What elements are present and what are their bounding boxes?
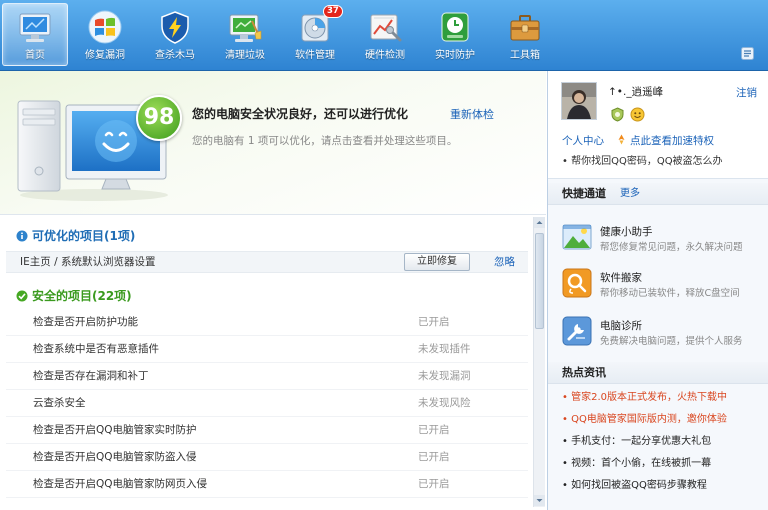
- status-detail: 您的电脑有 1 项可以优化，请点击查看并处理这些项目。: [192, 135, 458, 147]
- vip-badge-icon[interactable]: [610, 107, 625, 122]
- toolbar-item-software-manager[interactable]: 37 软件管理: [282, 3, 348, 66]
- toolbar-item-fix-vulnerability[interactable]: 修复漏洞: [72, 3, 138, 66]
- news-item[interactable]: • 视频：首个小偷，在线被抓一幕: [562, 456, 762, 472]
- check-item-label: 云查杀安全: [33, 397, 86, 409]
- toolbar-item-clean-junk[interactable]: 清理垃圾: [212, 3, 278, 66]
- account-card: ↑•._逍遥峰 注销 个人中心 点此查看加速特权 • 帮你找回QQ密码，QQ被盗…: [548, 71, 768, 179]
- toolbar-item-realtime-protection[interactable]: 实时防护: [422, 3, 488, 66]
- update-count-badge: 37: [323, 5, 343, 18]
- toolbar-item-label: 首页: [25, 50, 45, 61]
- news-item[interactable]: • 如何找回被盗QQ密码步骤教程: [562, 478, 762, 494]
- settings-menu-icon[interactable]: [741, 47, 754, 60]
- results-scrollbar[interactable]: [533, 217, 545, 507]
- check-item-label: 检查是否开启防护功能: [33, 316, 138, 328]
- optimize-info-icon: [16, 230, 28, 242]
- account-tip-link[interactable]: • 帮你找回QQ密码，QQ被盗怎么办: [562, 152, 723, 167]
- monitor-home-icon: [17, 9, 53, 45]
- side-panel: ↑•._逍遥峰 注销 个人中心 点此查看加速特权 • 帮你找回QQ密码，QQ被盗…: [547, 71, 768, 510]
- check-item-label: 检查系统中是否有恶意插件: [33, 343, 159, 355]
- windows-logo-icon: [87, 9, 123, 45]
- hot-news-title: 热点资讯: [562, 366, 606, 379]
- avatar[interactable]: [561, 82, 597, 120]
- software-move-icon: [562, 268, 592, 298]
- clinic-wrench-icon: [562, 316, 592, 346]
- check-item-status: 未发现漏洞: [418, 370, 471, 382]
- fix-button[interactable]: 立即修复: [404, 253, 470, 271]
- checkup-panel: 98 您的电脑安全状况良好，还可以进行优化 重新体检 您的电脑有 1 项可以优化…: [0, 71, 546, 510]
- safe-check-icon: [16, 290, 28, 302]
- rocket-icon: [616, 134, 627, 145]
- boost-privilege-link[interactable]: 点此查看加速特权: [630, 133, 714, 148]
- check-item-label: 检查是否开启QQ电脑管家防网页入侵: [33, 478, 208, 490]
- status-banner: 98 您的电脑安全状况良好，还可以进行优化 重新体检 您的电脑有 1 项可以优化…: [0, 71, 546, 215]
- quick-item-desc: 帮您修复常见问题，永久解决问题: [600, 242, 743, 253]
- hot-news-header: 热点资讯: [548, 362, 768, 384]
- toolbar-item-label: 工具箱: [510, 50, 540, 61]
- toolbar-item-label: 软件管理: [295, 50, 335, 61]
- toolbar-item-label: 查杀木马: [155, 50, 195, 61]
- ignore-link[interactable]: 忽略: [494, 252, 515, 272]
- check-item-label: 检查是否开启QQ电脑管家防盗入侵: [33, 451, 197, 463]
- monitor-broom-icon: [227, 9, 263, 45]
- news-item[interactable]: • 管家2.0版本正式发布，火热下载中: [562, 390, 762, 406]
- quick-item-software-move[interactable]: 软件搬家 帮你移动已装软件，释放C盘空间: [548, 268, 768, 308]
- check-item-status: 已开启: [418, 316, 450, 328]
- shield-clock-icon: [437, 9, 473, 45]
- quick-item-title: 电脑诊所: [600, 320, 642, 332]
- table-row: 检查系统中是否有恶意插件 未发现插件: [6, 336, 528, 363]
- table-row: 检查是否开启QQ电脑管家防盗入侵 已开启: [6, 444, 528, 471]
- quick-access-title: 快捷通道: [562, 187, 606, 200]
- main-toolbar: 首页 修复漏洞 查杀木马 清理垃圾 37 软件管理 硬件检测 实时防护 工具箱: [0, 0, 768, 71]
- news-item[interactable]: • QQ电脑管家国际版内测，邀你体验: [562, 412, 762, 428]
- status-headline: 您的电脑安全状况良好，还可以进行优化: [192, 107, 409, 121]
- personal-center-link[interactable]: 个人中心: [562, 133, 604, 148]
- check-item-label: 检查是否开启QQ电脑管家实时防护: [33, 424, 197, 436]
- check-item-label: 检查是否存在漏洞和补丁: [33, 370, 149, 382]
- table-row: 云查杀安全 未发现风险: [6, 390, 528, 417]
- check-item-status: 未发现风险: [418, 397, 471, 409]
- optimizable-section-title: 可优化的项目(1项): [32, 229, 136, 243]
- optimizable-item-row: IE主页 / 系统默认浏览器设置 立即修复 忽略: [6, 251, 528, 273]
- table-row: 检查是否开启防护功能 已开启: [6, 309, 528, 336]
- toolbar-item-label: 硬件检测: [365, 50, 405, 61]
- toolbar-item-hardware-check[interactable]: 硬件检测: [352, 3, 418, 66]
- optimizable-item-label: IE主页 / 系统默认浏览器设置: [20, 256, 156, 268]
- safe-section-title: 安全的项目(22项): [32, 289, 132, 303]
- landscape-icon: [562, 222, 592, 252]
- check-item-status: 已开启: [418, 451, 450, 463]
- check-item-status: 已开启: [418, 424, 450, 436]
- quick-access-more-link[interactable]: 更多: [620, 183, 640, 205]
- table-row: 检查是否开启QQ电脑管家实时防护 已开启: [6, 417, 528, 444]
- toolbar-item-trojan-scan[interactable]: 查杀木马: [142, 3, 208, 66]
- recheck-link[interactable]: 重新体检: [450, 106, 494, 122]
- scroll-down-icon[interactable]: [534, 495, 545, 506]
- toolbar-item-home[interactable]: 首页: [2, 3, 68, 66]
- user-name: ↑•._逍遥峰: [608, 86, 664, 98]
- toolbar-item-label: 修复漏洞: [85, 50, 125, 61]
- table-row: 检查是否存在漏洞和补丁 未发现漏洞: [6, 363, 528, 390]
- pc-manager-window: 首页 修复漏洞 查杀木马 清理垃圾 37 软件管理 硬件检测 实时防护 工具箱 …: [0, 0, 768, 510]
- quick-access-header: 快捷通道 更多: [548, 183, 768, 205]
- check-item-status: 未发现插件: [418, 343, 471, 355]
- scroll-up-icon[interactable]: [534, 217, 545, 228]
- health-score-badge: 98: [136, 95, 182, 141]
- shield-lightning-icon: [157, 9, 193, 45]
- check-item-status: 已开启: [418, 478, 450, 490]
- hardware-chart-icon: [367, 9, 403, 45]
- toolbox-icon: [507, 9, 543, 45]
- toolbar-item-label: 实时防护: [435, 50, 475, 61]
- quick-item-pc-clinic[interactable]: 电脑诊所 免费解决电脑问题，提供个人服务: [548, 316, 768, 356]
- qq-level-icon[interactable]: [630, 107, 645, 122]
- quick-item-title: 软件搬家: [600, 272, 642, 284]
- quick-item-title: 健康小助手: [600, 226, 653, 238]
- toolbar-item-label: 清理垃圾: [225, 50, 265, 61]
- quick-item-desc: 帮你移动已装软件，释放C盘空间: [600, 288, 740, 299]
- scrollbar-thumb[interactable]: [535, 233, 544, 329]
- quick-item-health-helper[interactable]: 健康小助手 帮您修复常见问题，永久解决问题: [548, 222, 768, 262]
- news-item[interactable]: • 手机支付：一起分享优惠大礼包: [562, 434, 762, 450]
- toolbar-item-toolbox[interactable]: 工具箱: [492, 3, 558, 66]
- logout-link[interactable]: 注销: [736, 85, 757, 100]
- table-row: 检查是否开启QQ电脑管家防网页入侵 已开启: [6, 471, 528, 498]
- quick-item-desc: 免费解决电脑问题，提供个人服务: [600, 336, 743, 347]
